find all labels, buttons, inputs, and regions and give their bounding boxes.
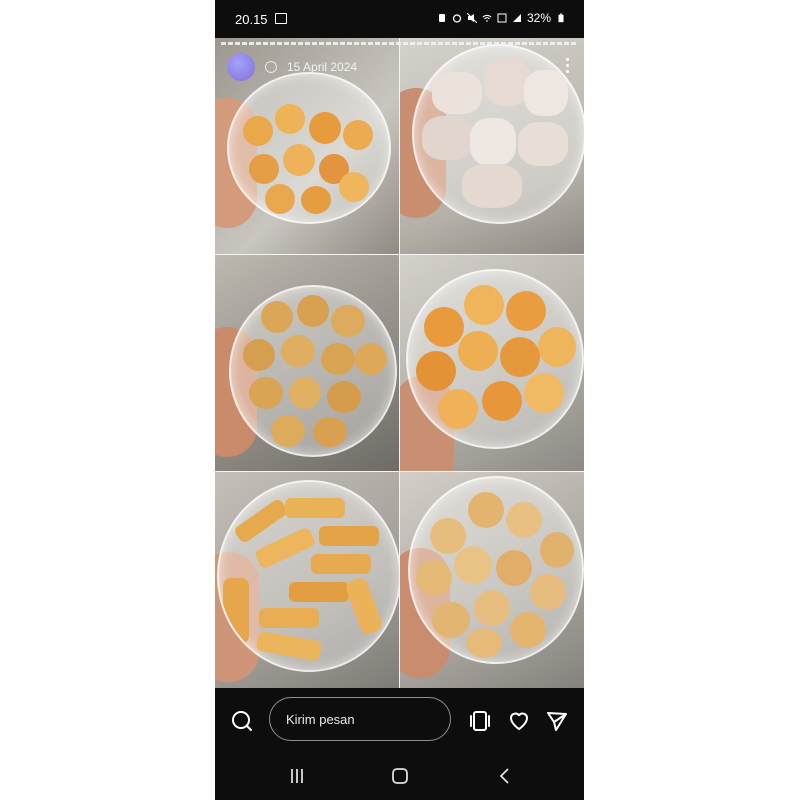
status-bar: 20.15 32% bbox=[215, 0, 584, 38]
cookie-jar bbox=[227, 72, 391, 224]
status-time: 20.15 bbox=[235, 12, 268, 27]
more-options-icon[interactable] bbox=[566, 58, 570, 76]
story-date: 15 April 2024 bbox=[287, 60, 358, 74]
wifi-icon bbox=[482, 14, 492, 22]
grid-divider bbox=[215, 471, 584, 472]
photo-cheese-stick-cookies bbox=[215, 472, 399, 688]
battery-saver-icon bbox=[438, 14, 445, 22]
alarm-icon bbox=[452, 14, 462, 23]
battery-percent: 32% bbox=[526, 11, 551, 25]
reels-icon[interactable] bbox=[469, 710, 491, 732]
cookie-jar bbox=[412, 44, 584, 224]
story-header: 15 April 2024 bbox=[227, 52, 357, 82]
clock-icon bbox=[265, 61, 277, 73]
status-icons: 32% bbox=[437, 11, 566, 25]
cookie-jar bbox=[229, 285, 397, 457]
grid-divider bbox=[215, 254, 584, 255]
photo-snow-cookies bbox=[400, 38, 584, 254]
volte-icon bbox=[497, 13, 507, 23]
photo-choco-chip-cookies bbox=[215, 255, 399, 471]
home-icon[interactable] bbox=[390, 767, 410, 785]
phone-screen: 20.15 32% 15 April 2024 Kirim pesan bbox=[215, 0, 584, 800]
signal-icon bbox=[512, 14, 521, 22]
camera-icon[interactable] bbox=[231, 710, 253, 732]
cookie-jar bbox=[217, 480, 399, 672]
cookie-jar bbox=[408, 476, 584, 664]
back-icon[interactable] bbox=[495, 767, 515, 785]
mute-icon bbox=[466, 13, 477, 23]
system-nav-bar bbox=[215, 750, 584, 800]
battery-icon bbox=[558, 13, 564, 23]
recents-icon[interactable] bbox=[287, 767, 307, 785]
gallery-notification-icon bbox=[275, 13, 287, 24]
avatar[interactable] bbox=[227, 53, 255, 81]
message-placeholder: Kirim pesan bbox=[286, 712, 355, 727]
story-reply-bar: Kirim pesan bbox=[215, 688, 584, 750]
message-input[interactable]: Kirim pesan bbox=[269, 697, 451, 741]
heart-icon[interactable] bbox=[507, 709, 531, 733]
grid-divider bbox=[399, 38, 400, 688]
cookie-jar bbox=[406, 269, 584, 449]
send-icon[interactable] bbox=[545, 709, 569, 733]
photo-nastar-cookies bbox=[400, 255, 584, 471]
story-progress-bar bbox=[221, 42, 578, 45]
story-content[interactable]: 15 April 2024 bbox=[215, 38, 584, 688]
photo-sprinkle-cookies bbox=[400, 472, 584, 688]
